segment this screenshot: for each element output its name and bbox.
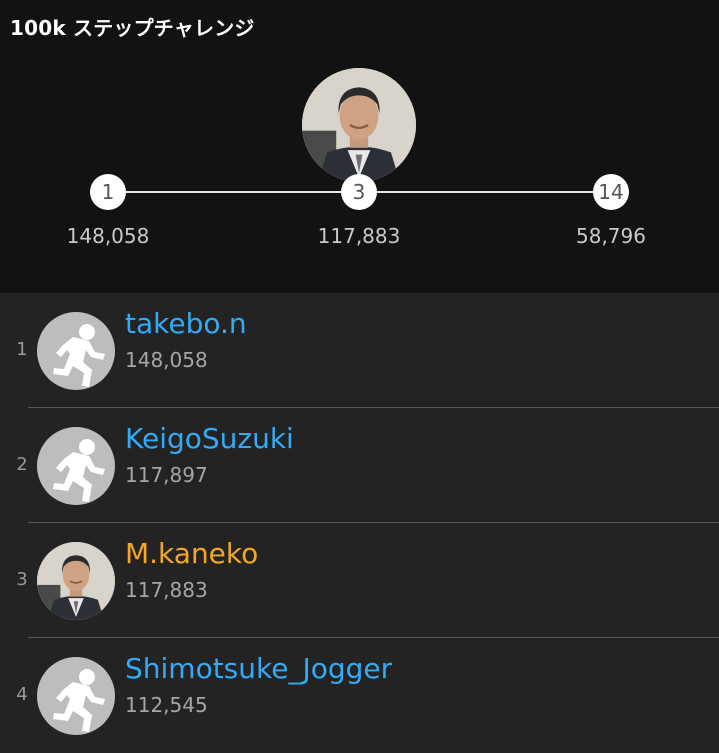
- avatar[interactable]: [37, 542, 115, 620]
- marker-steps-first: 148,058: [66, 224, 150, 248]
- current-user-avatar[interactable]: [302, 68, 416, 182]
- rank-marker-label: 3: [352, 180, 366, 204]
- step-count: 117,883: [125, 578, 208, 602]
- runner-icon: [37, 657, 115, 735]
- user-name-link[interactable]: KeigoSuzuki: [125, 422, 294, 455]
- avatar[interactable]: [37, 427, 115, 505]
- runner-icon: [37, 312, 115, 390]
- step-count: 148,058: [125, 348, 208, 372]
- avatar[interactable]: [37, 657, 115, 735]
- page-title: 100k ステップチャレンジ: [10, 16, 255, 40]
- user-photo-icon: [37, 542, 115, 620]
- rank-number: 1: [16, 339, 28, 360]
- rank-number: 2: [16, 454, 28, 475]
- marker-steps-current: 117,883: [317, 224, 401, 248]
- rank-marker-last: 14: [593, 174, 629, 210]
- user-name-link[interactable]: M.kaneko: [125, 537, 258, 570]
- rank-marker-first: 1: [90, 174, 126, 210]
- leaderboard-row[interactable]: 2 KeigoSuzuki 117,897: [0, 408, 719, 523]
- rank-marker-current: 3: [341, 174, 377, 210]
- leaderboard-row[interactable]: 1 takebo.n 148,058: [0, 293, 719, 408]
- rank-number: 4: [16, 684, 28, 705]
- runner-icon: [37, 427, 115, 505]
- leaderboard-row[interactable]: 4 Shimotsuke_Jogger 112,545: [0, 638, 719, 753]
- avatar[interactable]: [37, 312, 115, 390]
- step-count: 117,897: [125, 463, 208, 487]
- rank-marker-label: 14: [598, 180, 624, 204]
- step-count: 112,545: [125, 693, 208, 717]
- rank-marker-label: 1: [101, 180, 115, 204]
- leaderboard-row-current-user[interactable]: 3 M.kaneko 117,883: [0, 523, 719, 638]
- user-photo-icon: [302, 68, 416, 182]
- user-name-link[interactable]: Shimotsuke_Jogger: [125, 652, 392, 685]
- rank-number: 3: [16, 569, 28, 590]
- marker-steps-last: 58,796: [576, 224, 646, 248]
- challenge-header: 100k ステップチャレンジ 1 3 14 148,058 117,883 58…: [0, 0, 719, 293]
- user-name-link[interactable]: takebo.n: [125, 307, 247, 340]
